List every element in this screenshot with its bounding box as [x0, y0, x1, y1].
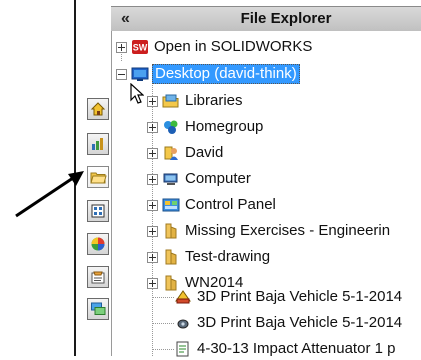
svg-text:SW: SW: [133, 43, 148, 53]
control-panel-icon: [162, 197, 180, 213]
file-tree: SW Open in SOLIDWORKS Desktop (david-thi…: [111, 31, 421, 357]
libraries-icon: [162, 93, 180, 109]
expand-toggle[interactable]: [147, 199, 158, 211]
tree-connector: [152, 323, 174, 324]
panel-title: File Explorer: [240, 10, 332, 27]
homegroup-icon: [162, 119, 180, 135]
tree-item-desktop[interactable]: Desktop (david-think): [116, 63, 300, 85]
task-pane-tabs: [87, 36, 111, 356]
view-palette-icon: [91, 204, 105, 218]
expand-toggle[interactable]: [147, 225, 158, 237]
drawing-file-icon: [174, 341, 192, 357]
tree-item-file[interactable]: 3D Print Baja Vehicle 5-1-2014: [174, 286, 404, 308]
custom-properties-tab[interactable]: [87, 266, 109, 288]
tree-item-file[interactable]: 3D Print Baja Vehicle 5-1-2014: [174, 312, 404, 334]
tree-item-file[interactable]: 4-30-13 Impact Attenuator 1 p: [174, 338, 397, 360]
tree-connector: [152, 297, 174, 298]
expand-toggle[interactable]: [147, 251, 158, 263]
tree-item-label: David: [185, 144, 224, 161]
custom-properties-icon: [91, 271, 105, 284]
tree-item-david[interactable]: David: [147, 142, 225, 164]
folder-icon: [162, 223, 180, 239]
tree-item-label: 4-30-13 Impact Attenuator 1 p: [197, 340, 396, 357]
tree-item-label: Libraries: [185, 92, 243, 109]
tree-item-label: Test-drawing: [185, 248, 271, 265]
tree-item-libraries[interactable]: Libraries: [147, 90, 245, 112]
appearances-icon: [91, 237, 105, 251]
tree-item-label: Computer: [185, 170, 251, 187]
tree-item-computer[interactable]: Computer: [147, 168, 253, 190]
desktop-icon: [131, 66, 149, 82]
tree-item-control-panel[interactable]: Control Panel: [147, 194, 278, 216]
forum-tab[interactable]: [87, 298, 109, 320]
tree-item-test-drawing[interactable]: Test-drawing: [147, 246, 272, 268]
part-file-icon: [174, 315, 192, 331]
tree-item-label: Desktop (david-think): [152, 64, 300, 84]
tree-item-label: Control Panel: [185, 196, 276, 213]
tree-item-label: 3D Print Baja Vehicle 5-1-2014: [197, 314, 403, 331]
design-library-tab[interactable]: [87, 133, 109, 155]
tree-item-homegroup[interactable]: Homegroup: [147, 116, 265, 138]
tree-item-label: Homegroup: [185, 118, 264, 135]
solidworks-icon: SW: [131, 39, 149, 55]
tree-item-missing-exercises[interactable]: Missing Exercises - Engineerin: [147, 220, 392, 242]
file-explorer-header: « File Explorer: [111, 6, 421, 32]
folder-icon: [162, 249, 180, 265]
assembly-file-icon: [174, 289, 192, 305]
file-explorer-tab[interactable]: [87, 166, 109, 188]
tree-item-open-in-solidworks[interactable]: SW Open in SOLIDWORKS: [116, 36, 314, 58]
folder-icon: [89, 172, 107, 183]
expand-toggle[interactable]: [147, 173, 158, 185]
view-palette-tab[interactable]: [87, 200, 109, 222]
home-tab[interactable]: [87, 98, 109, 120]
appearances-tab[interactable]: [87, 233, 109, 255]
tree-connector: [152, 349, 174, 350]
expand-toggle[interactable]: [116, 41, 127, 53]
tree-item-label: Missing Exercises - Engineerin: [185, 222, 391, 239]
expand-toggle[interactable]: [147, 95, 158, 107]
tree-item-label: Open in SOLIDWORKS: [154, 38, 313, 55]
home-icon: [90, 102, 106, 116]
expand-toggle[interactable]: [147, 121, 158, 133]
collapse-toggle[interactable]: [116, 68, 127, 80]
expand-toggle[interactable]: [147, 147, 158, 159]
resources-icon: [92, 138, 103, 150]
user-folder-icon: [162, 145, 180, 161]
mouse-cursor-icon: [130, 83, 144, 104]
forum-icon: [91, 302, 106, 315]
expand-toggle[interactable]: [147, 277, 158, 289]
tree-item-label: 3D Print Baja Vehicle 5-1-2014: [197, 288, 403, 305]
computer-icon: [162, 171, 180, 187]
